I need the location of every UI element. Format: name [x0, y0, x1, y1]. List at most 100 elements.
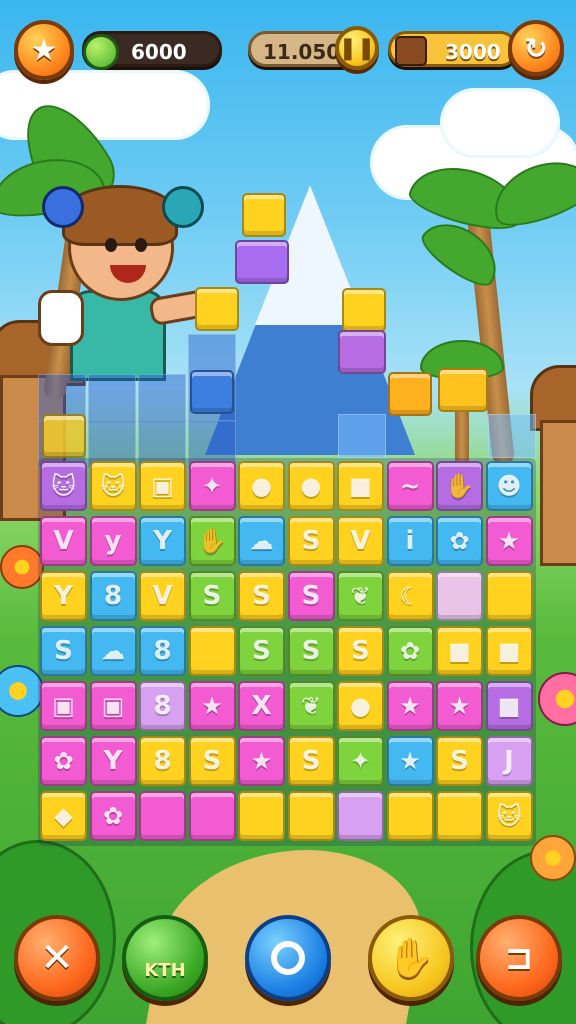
board-tile[interactable]: V [139, 571, 186, 621]
falling-block[interactable] [338, 330, 386, 374]
falling-block[interactable] [195, 287, 239, 331]
board-tile[interactable]: ✋ [436, 461, 483, 511]
board-tile[interactable]: ✿ [386, 626, 434, 676]
board-tile[interactable]: ★ [436, 681, 483, 731]
board-tile[interactable]: V [337, 516, 384, 566]
board-tile[interactable]: ❦ [287, 681, 335, 731]
board-tile[interactable]: J [485, 736, 533, 786]
cat-icon: 🐱 [50, 472, 77, 500]
board-tile[interactable]: ✿ [436, 516, 483, 566]
board-tile[interactable]: ◆ [40, 791, 87, 841]
board-tile[interactable]: 8 [89, 571, 137, 621]
board-tile[interactable]: S [238, 571, 285, 621]
board-tile[interactable]: S [287, 571, 335, 621]
board-tile[interactable]: ★ [188, 681, 236, 731]
board-tile[interactable]: S [287, 736, 335, 786]
board-tile[interactable]: ☻ [485, 461, 533, 511]
apple-block[interactable] [190, 370, 234, 414]
falling-block[interactable] [438, 368, 488, 412]
close-button[interactable]: ✕ [14, 915, 100, 1001]
smiley-block[interactable] [42, 414, 86, 458]
close-icon: ✕ [40, 935, 74, 981]
board-tile[interactable]: S [238, 626, 285, 676]
board-tile[interactable]: y [89, 516, 137, 566]
board-tile[interactable]: 🐱 [485, 791, 533, 841]
board-tile[interactable]: ☁ [89, 626, 137, 676]
board-tile[interactable]: S [188, 571, 236, 621]
board-tile[interactable]: V [40, 516, 87, 566]
board-tile[interactable]: ■ [485, 626, 533, 676]
board-tile[interactable]: ✿ [89, 791, 137, 841]
board-tile[interactable] [287, 791, 335, 841]
tile-glyph: V [53, 526, 74, 556]
board-tile[interactable] [188, 791, 236, 841]
star-icon: ★ [250, 747, 273, 775]
board-tile[interactable]: 8 [139, 626, 186, 676]
board-tile[interactable] [436, 791, 483, 841]
board-tile[interactable]: ● [238, 461, 285, 511]
tile-glyph: S [202, 581, 222, 611]
board-tile[interactable]: Y [40, 571, 87, 621]
board-tile[interactable] [238, 791, 285, 841]
board-tile[interactable]: ★ [485, 516, 533, 566]
board-tile[interactable] [436, 571, 483, 621]
board-tile[interactable]: ☁ [238, 516, 285, 566]
booster-label: KTH [144, 959, 186, 981]
board-tile[interactable]: Y [89, 736, 137, 786]
board-tile[interactable] [386, 791, 434, 841]
tile-glyph: 8 [153, 746, 172, 776]
board-tile[interactable]: ~ [386, 461, 434, 511]
falling-block[interactable] [235, 240, 289, 284]
board-tile[interactable]: ✋ [188, 516, 236, 566]
falling-block[interactable] [342, 288, 386, 332]
board-tile[interactable]: ● [337, 681, 384, 731]
exit-button[interactable]: ⊐ [476, 915, 562, 1001]
board-tile[interactable]: S [337, 626, 384, 676]
board-tile[interactable]: ▣ [89, 681, 137, 731]
board-tile[interactable] [485, 571, 533, 621]
fish-icon: ✿ [449, 527, 470, 555]
board-tile[interactable]: ● [287, 461, 335, 511]
board-tile[interactable]: ▣ [40, 681, 87, 731]
box-icon: ■ [349, 472, 372, 500]
board-tile[interactable]: Y [139, 516, 186, 566]
board-tile[interactable]: ✦ [188, 461, 236, 511]
menu-star-button[interactable]: ★ [14, 20, 74, 80]
refresh-icon: ↻ [524, 31, 548, 65]
flower-icon: ✿ [399, 637, 421, 665]
booster-button[interactable]: KTH [122, 915, 208, 1001]
board-tile[interactable]: S [287, 516, 335, 566]
hand-button[interactable]: ✋ [368, 915, 454, 1001]
board-tile[interactable]: i [386, 516, 434, 566]
board-tile[interactable] [188, 626, 236, 676]
board-tile[interactable]: ✿ [40, 736, 87, 786]
board-tile[interactable]: ❦ [337, 571, 384, 621]
board-tile[interactable]: S [287, 626, 335, 676]
board-tile[interactable]: X [238, 681, 285, 731]
board-tile[interactable]: S [188, 736, 236, 786]
board-tile[interactable]: ☾ [386, 571, 434, 621]
board-tile[interactable]: ■ [337, 461, 384, 511]
board-tile[interactable]: ■ [436, 626, 483, 676]
shuffle-button[interactable] [245, 915, 331, 1001]
board-tile[interactable]: 🐱 [40, 461, 87, 511]
board-tile[interactable]: ▣ [139, 461, 186, 511]
board-tile[interactable]: 🐱 [89, 461, 137, 511]
board-tile[interactable]: 8 [139, 681, 186, 731]
cloud-icon: ☁ [249, 527, 274, 555]
board-tile[interactable]: ✦ [337, 736, 384, 786]
falling-block[interactable] [388, 372, 432, 416]
refresh-button[interactable]: ↻ [508, 20, 564, 76]
board-tile[interactable]: ★ [386, 736, 434, 786]
board-tile[interactable]: 8 [139, 736, 186, 786]
board-tile[interactable] [337, 791, 384, 841]
board-tile[interactable]: ★ [238, 736, 285, 786]
board-tile[interactable]: ■ [485, 681, 533, 731]
worm-icon: ~ [399, 472, 421, 500]
board-tile[interactable]: ★ [386, 681, 434, 731]
pause-button[interactable]: ❚❚ [335, 26, 379, 70]
board-tile[interactable]: S [40, 626, 87, 676]
board-tile[interactable]: S [436, 736, 483, 786]
board-tile[interactable] [139, 791, 186, 841]
falling-block[interactable] [242, 193, 286, 237]
